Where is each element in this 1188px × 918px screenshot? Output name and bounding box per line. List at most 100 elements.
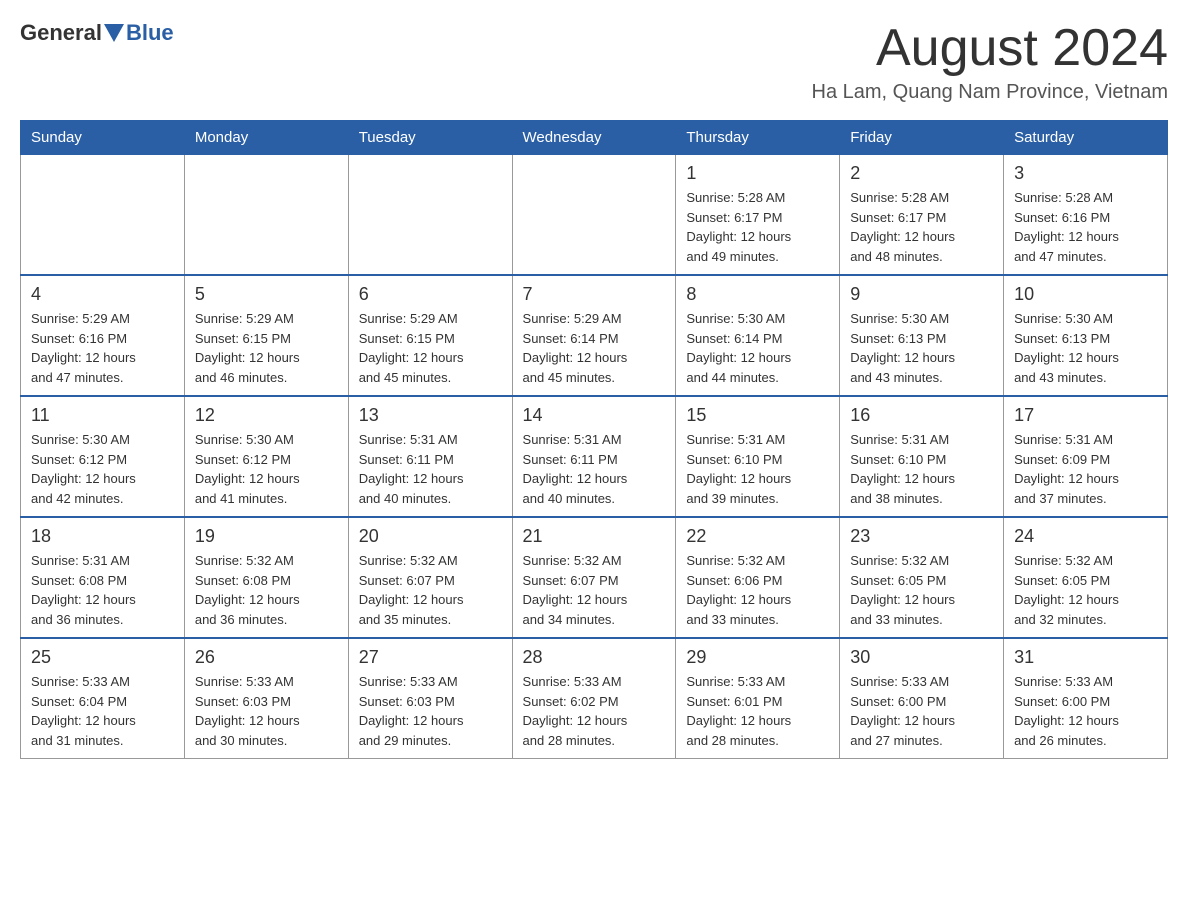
calendar-day-cell: 24 Sunrise: 5:32 AMSunset: 6:05 PMDayligh… xyxy=(1004,517,1168,638)
day-info: Sunrise: 5:28 AMSunset: 6:17 PMDaylight:… xyxy=(850,188,993,266)
day-info: Sunrise: 5:29 AMSunset: 6:14 PMDaylight:… xyxy=(523,309,666,387)
calendar-day-cell: 26Sunrise: 5:33 AMSunset: 6:03 PMDayligh… xyxy=(184,638,348,759)
calendar-day-cell xyxy=(512,155,676,276)
calendar-day-cell: 2 Sunrise: 5:28 AMSunset: 6:17 PMDaylight… xyxy=(840,155,1004,276)
day-number: 11 xyxy=(31,405,174,426)
calendar-day-cell: 27 Sunrise: 5:33 AMSunset: 6:03 PMDayligh… xyxy=(348,638,512,759)
day-info: Sunrise: 5:30 AMSunset: 6:13 PMDaylight:… xyxy=(850,309,993,387)
weekday-header-thursday: Thursday xyxy=(676,121,840,155)
calendar-day-cell: 18Sunrise: 5:31 AMSunset: 6:08 PMDayligh… xyxy=(21,517,185,638)
day-info: Sunrise: 5:29 AMSunset: 6:15 PMDaylight:… xyxy=(195,309,338,387)
calendar-day-cell: 29Sunrise: 5:33 AMSunset: 6:01 PMDayligh… xyxy=(676,638,840,759)
day-number: 12 xyxy=(195,405,338,426)
logo-arrow-icon xyxy=(104,24,124,42)
day-info: Sunrise: 5:32 AMSunset: 6:05 PMDaylight:… xyxy=(850,551,993,629)
day-info: Sunrise: 5:32 AMSunset: 6:06 PMDaylight:… xyxy=(686,551,829,629)
day-info: Sunrise: 5:32 AMSunset: 6:08 PMDaylight:… xyxy=(195,551,338,629)
calendar-day-cell: 23 Sunrise: 5:32 AMSunset: 6:05 PMDayligh… xyxy=(840,517,1004,638)
day-info: Sunrise: 5:31 AMSunset: 6:09 PMDaylight:… xyxy=(1014,430,1157,508)
day-number: 30 xyxy=(850,647,993,668)
calendar-day-cell: 1 Sunrise: 5:28 AMSunset: 6:17 PMDaylight… xyxy=(676,155,840,276)
calendar-day-cell: 4 Sunrise: 5:29 AMSunset: 6:16 PMDaylight… xyxy=(21,275,185,396)
day-number: 24 xyxy=(1014,526,1157,547)
day-number: 17 xyxy=(1014,405,1157,426)
calendar-week-row: 25Sunrise: 5:33 AMSunset: 6:04 PMDayligh… xyxy=(21,638,1168,759)
calendar-header-row: SundayMondayTuesdayWednesdayThursdayFrid… xyxy=(21,121,1168,155)
day-number: 20 xyxy=(359,526,502,547)
day-number: 8 xyxy=(686,284,829,305)
day-number: 28 xyxy=(523,647,666,668)
day-number: 6 xyxy=(359,284,502,305)
day-info: Sunrise: 5:33 AMSunset: 6:03 PMDaylight:… xyxy=(359,672,502,750)
calendar-day-cell xyxy=(348,155,512,276)
day-info: Sunrise: 5:30 AMSunset: 6:12 PMDaylight:… xyxy=(31,430,174,508)
calendar-week-row: 1 Sunrise: 5:28 AMSunset: 6:17 PMDaylight… xyxy=(21,155,1168,276)
day-info: Sunrise: 5:31 AMSunset: 6:10 PMDaylight:… xyxy=(850,430,993,508)
calendar-day-cell xyxy=(184,155,348,276)
title-section: August 2024 Ha Lam, Quang Nam Province, … xyxy=(812,20,1168,104)
day-info: Sunrise: 5:32 AMSunset: 6:07 PMDaylight:… xyxy=(523,551,666,629)
calendar-day-cell: 22 Sunrise: 5:32 AMSunset: 6:06 PMDayligh… xyxy=(676,517,840,638)
logo-blue-text: Blue xyxy=(126,20,174,46)
day-info: Sunrise: 5:30 AMSunset: 6:12 PMDaylight:… xyxy=(195,430,338,508)
day-number: 2 xyxy=(850,163,993,184)
day-number: 3 xyxy=(1014,163,1157,184)
calendar-day-cell: 21 Sunrise: 5:32 AMSunset: 6:07 PMDayligh… xyxy=(512,517,676,638)
day-number: 16 xyxy=(850,405,993,426)
day-info: Sunrise: 5:28 AMSunset: 6:17 PMDaylight:… xyxy=(686,188,829,266)
day-number: 23 xyxy=(850,526,993,547)
weekday-header-friday: Friday xyxy=(840,121,1004,155)
day-info: Sunrise: 5:32 AMSunset: 6:05 PMDaylight:… xyxy=(1014,551,1157,629)
calendar-day-cell: 9 Sunrise: 5:30 AMSunset: 6:13 PMDaylight… xyxy=(840,275,1004,396)
calendar-day-cell: 12 Sunrise: 5:30 AMSunset: 6:12 PMDayligh… xyxy=(184,396,348,517)
day-number: 1 xyxy=(686,163,829,184)
day-number: 26 xyxy=(195,647,338,668)
day-number: 14 xyxy=(523,405,666,426)
day-number: 19 xyxy=(195,526,338,547)
calendar-week-row: 11 Sunrise: 5:30 AMSunset: 6:12 PMDayligh… xyxy=(21,396,1168,517)
calendar-day-cell: 25Sunrise: 5:33 AMSunset: 6:04 PMDayligh… xyxy=(21,638,185,759)
day-info: Sunrise: 5:32 AMSunset: 6:07 PMDaylight:… xyxy=(359,551,502,629)
month-title: August 2024 xyxy=(812,20,1168,77)
weekday-header-tuesday: Tuesday xyxy=(348,121,512,155)
day-number: 25 xyxy=(31,647,174,668)
calendar-day-cell: 30 Sunrise: 5:33 AMSunset: 6:00 PMDayligh… xyxy=(840,638,1004,759)
day-info: Sunrise: 5:31 AMSunset: 6:10 PMDaylight:… xyxy=(686,430,829,508)
weekday-header-sunday: Sunday xyxy=(21,121,185,155)
calendar-day-cell xyxy=(21,155,185,276)
calendar-day-cell: 13Sunrise: 5:31 AMSunset: 6:11 PMDayligh… xyxy=(348,396,512,517)
calendar-day-cell: 5 Sunrise: 5:29 AMSunset: 6:15 PMDaylight… xyxy=(184,275,348,396)
day-info: Sunrise: 5:29 AMSunset: 6:16 PMDaylight:… xyxy=(31,309,174,387)
weekday-header-monday: Monday xyxy=(184,121,348,155)
calendar-week-row: 4 Sunrise: 5:29 AMSunset: 6:16 PMDaylight… xyxy=(21,275,1168,396)
calendar-day-cell: 3 Sunrise: 5:28 AMSunset: 6:16 PMDaylight… xyxy=(1004,155,1168,276)
day-number: 5 xyxy=(195,284,338,305)
day-number: 9 xyxy=(850,284,993,305)
day-number: 22 xyxy=(686,526,829,547)
location-title: Ha Lam, Quang Nam Province, Vietnam xyxy=(812,81,1168,104)
calendar-day-cell: 14 Sunrise: 5:31 AMSunset: 6:11 PMDayligh… xyxy=(512,396,676,517)
day-number: 29 xyxy=(686,647,829,668)
day-info: Sunrise: 5:30 AMSunset: 6:14 PMDaylight:… xyxy=(686,309,829,387)
day-info: Sunrise: 5:31 AMSunset: 6:11 PMDaylight:… xyxy=(359,430,502,508)
calendar-table: SundayMondayTuesdayWednesdayThursdayFrid… xyxy=(20,120,1168,759)
calendar-day-cell: 17 Sunrise: 5:31 AMSunset: 6:09 PMDayligh… xyxy=(1004,396,1168,517)
calendar-day-cell: 7Sunrise: 5:29 AMSunset: 6:14 PMDaylight… xyxy=(512,275,676,396)
day-info: Sunrise: 5:30 AMSunset: 6:13 PMDaylight:… xyxy=(1014,309,1157,387)
day-number: 27 xyxy=(359,647,502,668)
day-info: Sunrise: 5:31 AMSunset: 6:11 PMDaylight:… xyxy=(523,430,666,508)
day-number: 10 xyxy=(1014,284,1157,305)
day-info: Sunrise: 5:33 AMSunset: 6:02 PMDaylight:… xyxy=(523,672,666,750)
page-header: General Blue August 2024 Ha Lam, Quang N… xyxy=(20,20,1168,104)
day-number: 15 xyxy=(686,405,829,426)
day-number: 4 xyxy=(31,284,174,305)
day-info: Sunrise: 5:31 AMSunset: 6:08 PMDaylight:… xyxy=(31,551,174,629)
calendar-day-cell: 6Sunrise: 5:29 AMSunset: 6:15 PMDaylight… xyxy=(348,275,512,396)
calendar-body: 1 Sunrise: 5:28 AMSunset: 6:17 PMDaylight… xyxy=(21,155,1168,759)
day-info: Sunrise: 5:33 AMSunset: 6:00 PMDaylight:… xyxy=(1014,672,1157,750)
day-info: Sunrise: 5:33 AMSunset: 6:00 PMDaylight:… xyxy=(850,672,993,750)
calendar-day-cell: 15 Sunrise: 5:31 AMSunset: 6:10 PMDayligh… xyxy=(676,396,840,517)
calendar-day-cell: 28 Sunrise: 5:33 AMSunset: 6:02 PMDayligh… xyxy=(512,638,676,759)
day-info: Sunrise: 5:28 AMSunset: 6:16 PMDaylight:… xyxy=(1014,188,1157,266)
day-number: 21 xyxy=(523,526,666,547)
